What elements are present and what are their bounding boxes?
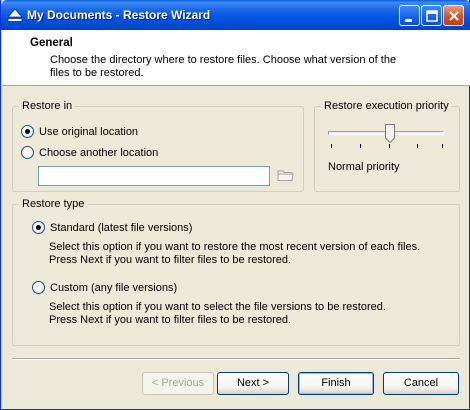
priority-slider-tick: [389, 144, 390, 148]
folder-icon[interactable]: [277, 168, 294, 182]
use-original-location-option[interactable]: Use original location: [21, 125, 138, 138]
standard-radio[interactable]: [32, 221, 45, 234]
custom-label: Custom (any file versions): [50, 281, 178, 294]
priority-group: Restore execution priority: [314, 100, 460, 192]
priority-slider-tick: [331, 144, 332, 148]
minimize-icon: [405, 19, 412, 22]
page-title: General: [30, 37, 73, 49]
restore-in-legend: Restore in: [22, 100, 73, 112]
maximize-button[interactable]: [421, 5, 442, 26]
priority-level-label: Normal priority: [328, 161, 400, 173]
choose-another-location-option[interactable]: Choose another location: [21, 146, 158, 159]
standard-description-line-2: Press Next if you want to filter files t…: [49, 254, 292, 266]
restore-path-field[interactable]: [38, 166, 270, 186]
custom-option[interactable]: Custom (any file versions): [32, 281, 177, 294]
cancel-button[interactable]: Cancel: [383, 372, 459, 395]
footer-separator: [12, 358, 460, 360]
page-description: Choose the directory where to restore fi…: [50, 54, 397, 79]
restore-wizard-window: My Documents - Restore Wizard General Ch…: [0, 0, 470, 410]
choose-another-location-radio[interactable]: [21, 146, 34, 159]
standard-label: Standard (latest file versions): [50, 221, 193, 234]
priority-slider-tick: [360, 144, 361, 148]
eject-icon: [7, 8, 23, 22]
previous-button[interactable]: < Previous: [142, 372, 214, 395]
finish-button[interactable]: Finish: [298, 372, 374, 395]
priority-slider-tick: [442, 144, 443, 148]
window-title: My Documents - Restore Wizard: [27, 8, 211, 22]
custom-radio[interactable]: [32, 281, 45, 294]
use-original-location-radio[interactable]: [21, 125, 34, 138]
title-bar[interactable]: My Documents - Restore Wizard: [1, 0, 470, 30]
choose-another-location-label: Choose another location: [39, 146, 159, 159]
wizard-header: General Choose the directory where to re…: [2, 30, 470, 86]
close-icon: [449, 11, 459, 21]
custom-description-line-2: Press Next if you want to filter files t…: [49, 314, 292, 326]
custom-description-line-1: Select this option if you want to select…: [49, 301, 386, 313]
standard-option[interactable]: Standard (latest file versions): [32, 221, 192, 234]
use-original-location-label: Use original location: [39, 125, 139, 138]
standard-description-line-1: Select this option if you want to restor…: [49, 241, 421, 253]
restore-type-legend: Restore type: [22, 198, 85, 210]
priority-slider-tick: [417, 144, 418, 148]
next-button[interactable]: Next >: [217, 372, 289, 395]
close-button[interactable]: [443, 5, 464, 26]
priority-legend: Restore execution priority: [324, 100, 449, 112]
priority-slider-thumb[interactable]: [385, 124, 395, 143]
minimize-button[interactable]: [399, 5, 420, 26]
maximize-icon: [426, 10, 438, 22]
